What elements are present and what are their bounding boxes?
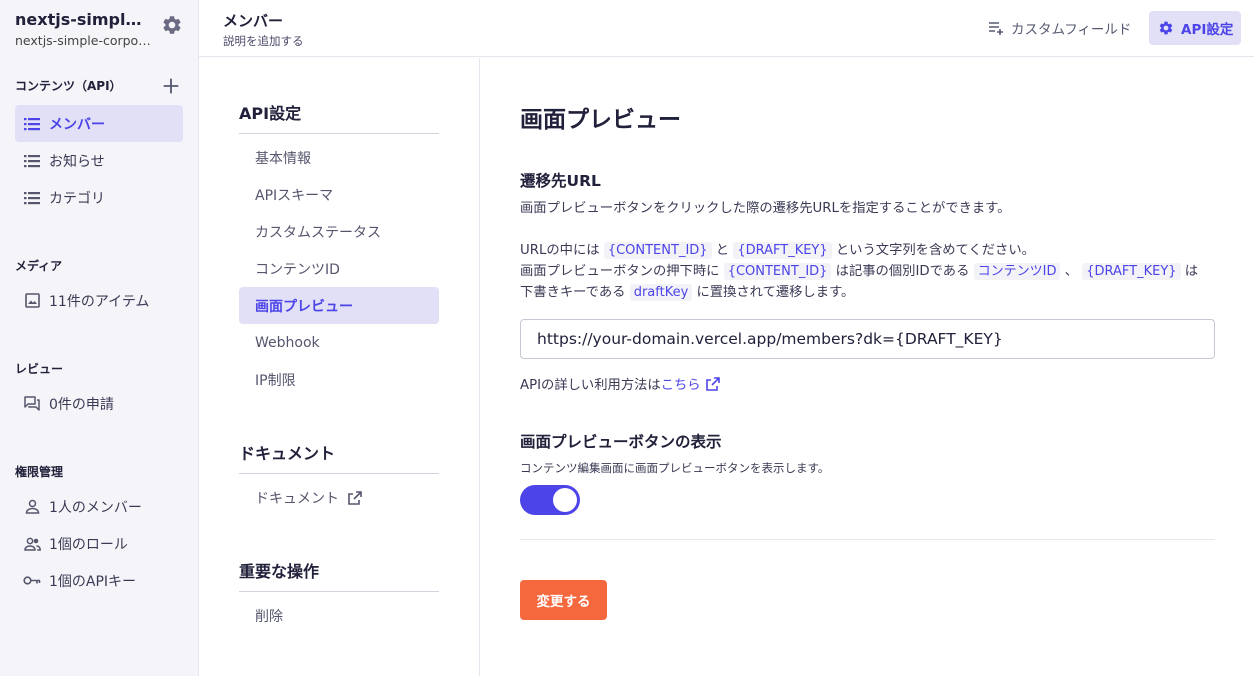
sidebar-item-label: 1人のメンバー <box>49 499 142 516</box>
list-icon <box>23 152 41 170</box>
menu-item-custom-status[interactable]: カスタムステータス <box>239 213 439 250</box>
sidebar-item-label: 0件の申請 <box>49 396 114 413</box>
sidebar-item-label: 11件のアイテム <box>49 293 150 310</box>
media-section-heading: メディア <box>15 259 63 273</box>
text-fragment: APIの詳しい利用方法は <box>520 378 661 393</box>
comments-icon <box>23 395 41 413</box>
sidebar-item-members[interactable]: メンバー <box>15 105 183 142</box>
custom-field-button[interactable]: カスタムフィールド <box>979 11 1139 45</box>
api-settings-label: API設定 <box>1181 22 1234 38</box>
content-id-token: {CONTENT_ID} <box>603 242 712 259</box>
page-title: メンバー <box>223 12 284 30</box>
settings-menu: API設定 基本情報 APIスキーマ カスタムステータス コンテンツID 画面プ… <box>199 58 480 676</box>
sidebar-item-media[interactable]: 11件のアイテム <box>15 282 183 319</box>
api-detail-link[interactable]: こちら <box>661 378 701 393</box>
sidebar-item-label: カテゴリ <box>49 190 105 207</box>
sidebar-item-label: 1個のAPIキー <box>49 573 137 590</box>
external-link-icon <box>348 490 362 505</box>
list-icon <box>23 189 41 207</box>
url-heading: 遷移先URL <box>520 172 601 190</box>
sidebar-item-roles[interactable]: 1個のロール <box>15 525 183 562</box>
sidebar-item-review[interactable]: 0件の申請 <box>15 385 183 422</box>
add-description-link[interactable]: 説明を追加する <box>223 33 304 49</box>
api-settings-button[interactable]: API設定 <box>1149 11 1242 45</box>
person-icon <box>23 498 41 516</box>
content-id-token: {CONTENT_ID} <box>723 263 832 280</box>
list-icon <box>23 115 41 133</box>
preview-url-input[interactable] <box>520 319 1215 359</box>
external-link-icon[interactable] <box>705 376 721 392</box>
save-button[interactable]: 変更する <box>520 580 607 620</box>
service-name[interactable]: nextjs-simple-... <box>15 10 147 30</box>
menu-item-delete[interactable]: 削除 <box>239 597 439 634</box>
url-help-line-2: 画面プレビューボタンの押下時に {CONTENT_ID} は記事の個別IDである… <box>520 261 1198 282</box>
review-section-heading: レビュー <box>15 362 64 376</box>
preview-button-toggle[interactable] <box>520 485 580 515</box>
danger-operations-heading: 重要な操作 <box>239 558 439 592</box>
text-fragment: URLの中には <box>520 243 600 258</box>
gear-icon[interactable] <box>161 14 183 36</box>
text-fragment: という文字列を含めてください。 <box>835 243 1035 258</box>
sidebar: nextjs-simple-... nextjs-simple-corpora.… <box>0 0 199 676</box>
menu-item-documents[interactable]: ドキュメント <box>239 479 439 516</box>
display-heading: 画面プレビューボタンの表示 <box>520 433 722 451</box>
url-description: 画面プレビューボタンをクリックした際の遷移先URLを指定することができます。 <box>520 201 1011 216</box>
sidebar-item-category[interactable]: カテゴリ <box>15 179 183 216</box>
text-fragment: 下書きキーである <box>520 285 626 300</box>
draft-key-token: {DRAFT_KEY} <box>733 242 832 259</box>
permission-section-heading: 権限管理 <box>15 465 64 479</box>
text-fragment: は <box>1184 264 1199 279</box>
menu-item-screen-preview[interactable]: 画面プレビュー <box>239 287 439 324</box>
url-help-line-3: 下書きキーである draftKey に置換されて遷移します。 <box>520 282 854 303</box>
text-fragment: は記事の個別IDである <box>835 264 970 279</box>
playlist-add-icon <box>987 19 1005 37</box>
text-fragment: 画面プレビューボタンの押下時に <box>520 264 720 279</box>
sidebar-item-label: メンバー <box>49 116 105 133</box>
menu-item-content-id[interactable]: コンテンツID <box>239 250 439 287</box>
plus-icon[interactable] <box>160 75 182 97</box>
menu-item-ip-restriction[interactable]: IP制限 <box>239 361 439 398</box>
sidebar-item-apikeys[interactable]: 1個のAPIキー <box>15 562 183 599</box>
draft-key-name: draftKey <box>629 284 693 301</box>
section-title: 画面プレビュー <box>520 107 681 133</box>
key-icon <box>23 572 41 590</box>
documents-heading: ドキュメント <box>239 440 439 474</box>
service-id: nextjs-simple-corpora... <box>15 33 155 48</box>
text-fragment: に置換されて遷移します。 <box>696 285 855 300</box>
image-icon <box>23 292 41 310</box>
api-settings-heading: API設定 <box>239 100 439 134</box>
page-header: メンバー 説明を追加する カスタムフィールド API設定 <box>199 0 1254 57</box>
display-description: コンテンツ編集画面に画面プレビューボタンを表示します。 <box>520 461 830 475</box>
sidebar-item-label: 1個のロール <box>49 536 128 553</box>
content-section-heading: コンテンツ（API） <box>15 79 122 93</box>
documents-label: ドキュメント <box>255 490 339 507</box>
draft-key-token: {DRAFT_KEY} <box>1082 263 1181 280</box>
divider <box>520 539 1215 540</box>
sidebar-item-news[interactable]: お知らせ <box>15 142 183 179</box>
text-fragment: 、 <box>1064 264 1078 279</box>
menu-item-basic-info[interactable]: 基本情報 <box>239 139 439 176</box>
menu-item-api-schema[interactable]: APIスキーマ <box>239 176 439 213</box>
text-fragment: と <box>715 243 730 258</box>
api-detail-text: APIの詳しい利用方法はこちら <box>520 375 721 396</box>
gear-icon <box>1157 19 1175 37</box>
sidebar-item-members-count[interactable]: 1人のメンバー <box>15 488 183 525</box>
menu-item-webhook[interactable]: Webhook <box>239 324 439 361</box>
people-icon <box>23 535 41 553</box>
content-id-name: コンテンツID <box>973 263 1061 280</box>
toggle-knob <box>553 488 577 512</box>
sidebar-item-label: お知らせ <box>49 153 105 170</box>
custom-field-label: カスタムフィールド <box>1011 22 1132 38</box>
url-help-line-1: URLの中には {CONTENT_ID} と {DRAFT_KEY} という文字… <box>520 240 1035 261</box>
service-header: nextjs-simple-... nextjs-simple-corpora.… <box>15 10 185 49</box>
